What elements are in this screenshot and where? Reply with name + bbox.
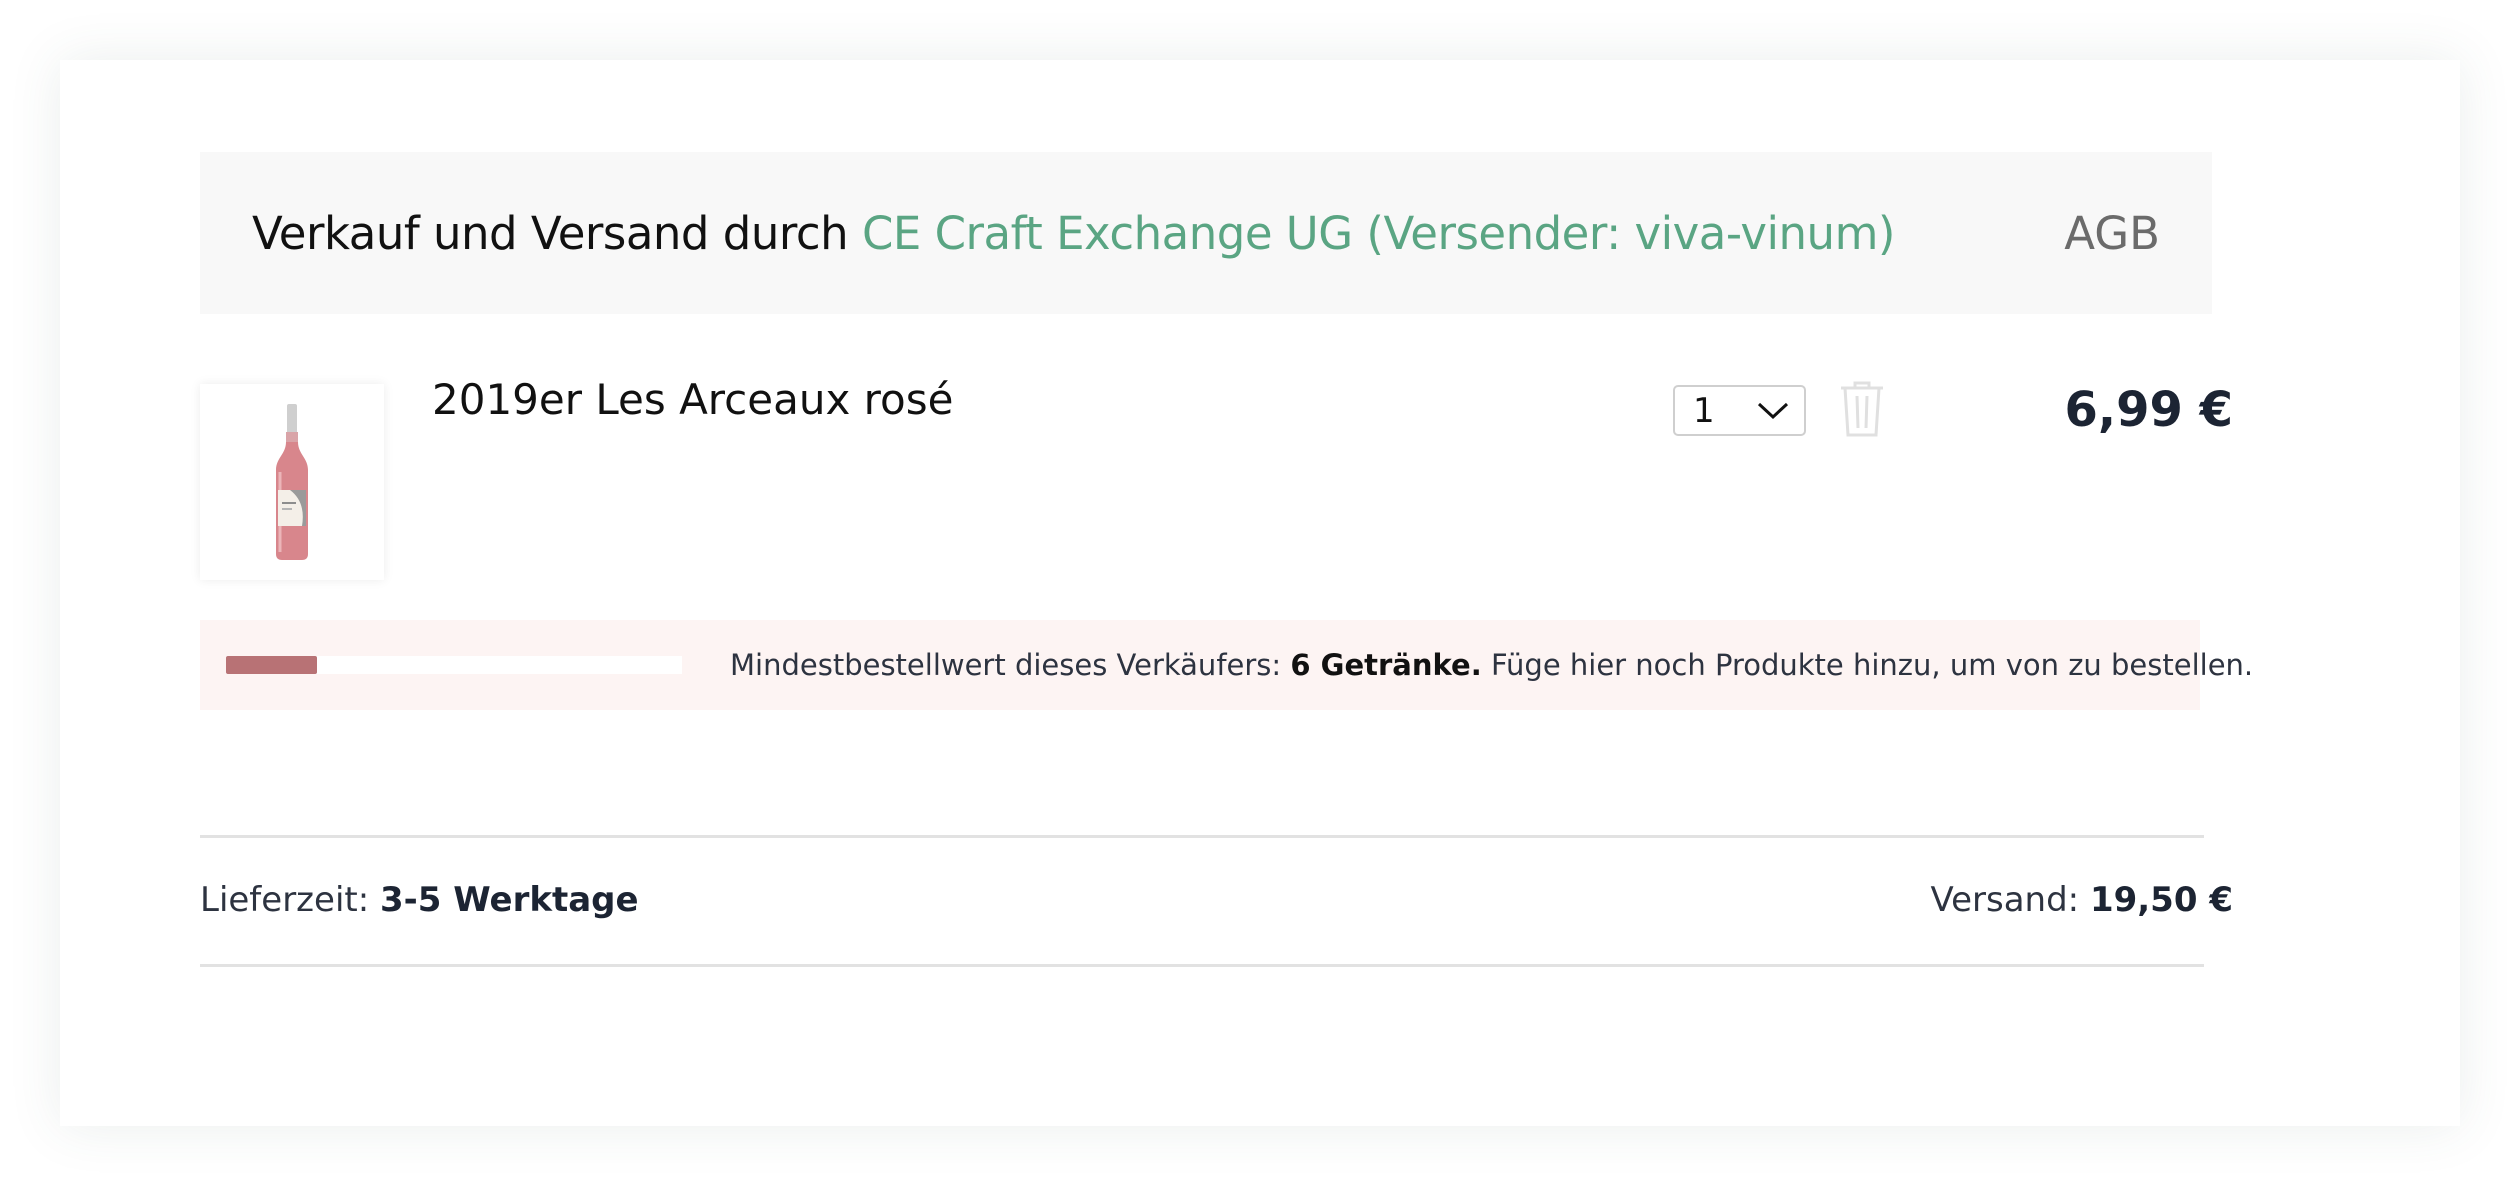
trash-icon: [1841, 381, 1883, 437]
min-order-progress: [226, 656, 682, 674]
min-order-notice: Mindestbestellwert dieses Verkäufers: 6 …: [200, 620, 2253, 710]
divider-bottom: [200, 964, 2204, 967]
delivery-time: Lieferzeit: 3-5 Werktage: [200, 880, 639, 920]
delivery-value: 3-5 Werktage: [379, 880, 639, 920]
quantity-select[interactable]: 1: [1673, 385, 1806, 436]
quantity-value: 1: [1693, 390, 1715, 431]
shipping-cost: Versand: 19,50 €: [1930, 880, 2233, 920]
min-order-progress-fill: [226, 656, 318, 674]
terms-link[interactable]: AGB: [2064, 207, 2160, 260]
shipping-label: Versand:: [1930, 880, 2080, 920]
chevron-down-icon: [1757, 402, 1789, 419]
delivery-label: Lieferzeit:: [200, 880, 370, 920]
remove-item-button[interactable]: [1836, 380, 1888, 438]
seller-header: Verkauf und Versand durch CE Craft Excha…: [200, 152, 2212, 314]
product-image[interactable]: [200, 384, 384, 580]
divider-top: [200, 835, 2204, 838]
min-order-label: Mindestbestellwert dieses Verkäufers:: [730, 648, 1282, 682]
shipping-value: 19,50 €: [2089, 880, 2233, 920]
min-order-amount: 6 Getränke.: [1290, 648, 1482, 682]
seller-name-link[interactable]: CE Craft Exchange UG (Versender: viva-vi…: [862, 207, 1896, 260]
item-price: 6,99 €: [2064, 382, 2233, 438]
product-name[interactable]: 2019er Les Arceaux rosé: [432, 375, 953, 424]
wine-bottle-icon: [276, 404, 308, 560]
seller-line: Verkauf und Versand durch CE Craft Excha…: [252, 207, 1895, 260]
min-order-hint: Füge hier noch Produkte hinzu, um von zu…: [1490, 648, 2254, 682]
min-order-text: Mindestbestellwert dieses Verkäufers: 6 …: [730, 648, 2253, 682]
seller-prefix: Verkauf und Versand durch: [252, 206, 849, 260]
